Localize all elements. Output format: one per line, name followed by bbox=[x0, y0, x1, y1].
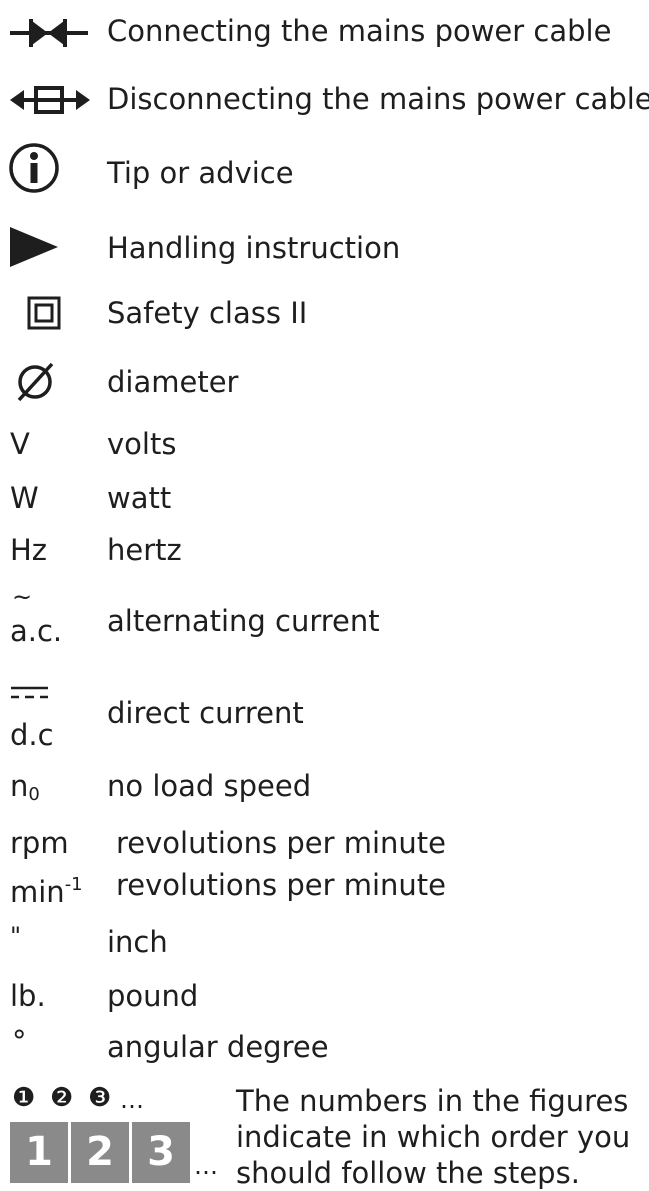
tiles-ellipsis: … bbox=[194, 1152, 218, 1180]
symbol-base: n bbox=[10, 769, 29, 803]
legend-label: volts bbox=[107, 427, 177, 461]
dc-symbol-icon bbox=[10, 686, 50, 700]
unit-symbol: " bbox=[10, 922, 22, 950]
symbol-base: min bbox=[10, 875, 65, 909]
circled-ellipsis: … bbox=[120, 1086, 144, 1114]
legend-label: alternating current bbox=[107, 604, 380, 638]
legend-label: hertz bbox=[107, 533, 182, 567]
unit-symbol: Hz bbox=[10, 533, 48, 567]
symbol-superscript: -1 bbox=[64, 874, 83, 895]
legend-label: angular degree bbox=[107, 1030, 329, 1064]
circled-number-1: ❶ bbox=[12, 1083, 36, 1113]
info-icon bbox=[8, 142, 60, 194]
legend-label: diameter bbox=[107, 365, 239, 399]
diameter-icon bbox=[14, 362, 58, 402]
legend-label: direct current bbox=[107, 696, 304, 730]
unit-symbol: rpm bbox=[10, 826, 69, 860]
steps-text-line: The numbers in the figures bbox=[236, 1084, 629, 1118]
unit-symbol: ° bbox=[12, 1024, 27, 1058]
unit-symbol: V bbox=[10, 427, 30, 461]
unit-symbol: lb. bbox=[10, 979, 46, 1013]
legend-label: Disconnecting the mains power cable bbox=[107, 82, 649, 116]
unit-symbol: a.c. bbox=[10, 614, 63, 648]
legend-label: Connecting the mains power cable bbox=[107, 14, 612, 48]
legend-label: Safety class II bbox=[107, 296, 308, 330]
step-tile-3: 3 bbox=[132, 1122, 190, 1183]
symbol-subscript: 0 bbox=[28, 784, 40, 805]
unit-symbol: W bbox=[10, 481, 39, 515]
play-triangle-icon bbox=[10, 227, 60, 267]
unit-symbol: min-1 bbox=[10, 868, 83, 909]
legend-label: Handling instruction bbox=[107, 231, 401, 265]
circled-number-2: ❷ bbox=[50, 1083, 74, 1113]
unit-symbol: d.c bbox=[10, 718, 54, 752]
legend-label: Tip or advice bbox=[107, 156, 294, 190]
steps-explanation: The numbers in the figures indicate in w… bbox=[236, 1083, 630, 1191]
steps-text-line: indicate in which order you bbox=[236, 1120, 631, 1154]
tilde-symbol: ~ bbox=[12, 583, 33, 611]
legend-label: no load speed bbox=[107, 769, 312, 803]
legend-label: revolutions per minute bbox=[116, 826, 447, 860]
unit-symbol: n0 bbox=[10, 769, 40, 812]
steps-text-line: should follow the steps. bbox=[236, 1156, 580, 1190]
legend-label: watt bbox=[107, 481, 172, 515]
step-tile-2: 2 bbox=[71, 1122, 129, 1183]
legend-label: pound bbox=[107, 979, 199, 1013]
legend-label: revolutions per minute bbox=[116, 868, 447, 902]
plug-disconnect-icon bbox=[8, 84, 92, 116]
plug-connect-icon bbox=[8, 16, 90, 50]
double-square-icon bbox=[27, 296, 61, 330]
step-tile-1: 1 bbox=[10, 1122, 68, 1183]
legend-label: inch bbox=[107, 925, 168, 959]
circled-number-3: ❸ bbox=[88, 1083, 112, 1113]
